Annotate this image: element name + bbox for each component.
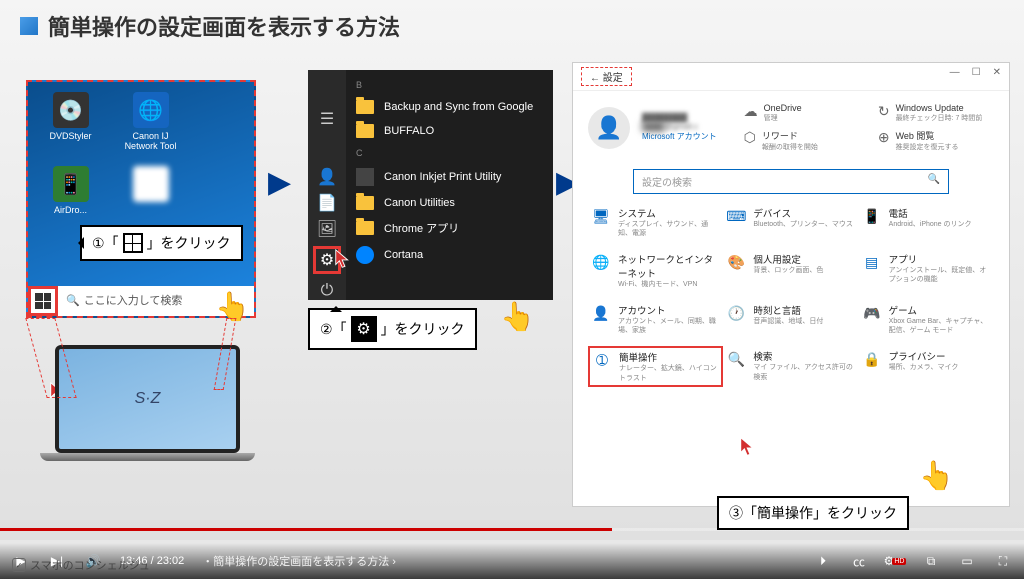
hand-icon: 👆: [919, 459, 954, 492]
settings-category[interactable]: 🔍検索マイ ファイル、アクセス許可の検索: [726, 349, 855, 383]
hero-item[interactable]: ☁OneDrive管理: [744, 103, 860, 123]
fullscreen-button[interactable]: ⛶: [994, 552, 1012, 570]
hand-icon: 👆: [500, 300, 535, 333]
category-icon: 🔍: [726, 349, 746, 369]
cursor-icon: [333, 245, 355, 273]
document-icon[interactable]: 📄: [318, 194, 336, 212]
app-item[interactable]: Canon Inkjet Print Utility: [346, 163, 553, 191]
slide-title: 簡単操作の設定画面を表示する方法: [48, 10, 400, 42]
folder-icon: [356, 124, 374, 138]
maximize-button[interactable]: ☐: [972, 67, 981, 86]
section-header: B: [346, 75, 553, 95]
app-item[interactable]: Cortana: [346, 241, 553, 269]
ms-account-link[interactable]: Microsoft アカウント: [642, 131, 717, 142]
start-button[interactable]: [28, 286, 58, 316]
arrow-icon: ▶: [268, 165, 291, 200]
power-icon[interactable]: ⏻: [318, 282, 336, 300]
settings-category[interactable]: 🌐ネットワークとインターネットWi-Fi、機内モード、VPN: [591, 252, 720, 289]
settings-category[interactable]: 📱電話Android、iPhone のリンク: [862, 206, 991, 238]
start-menu-panel: ☰ 👤 📄 🖼 ⚙ ⏻ B Backup and Sync from Googl…: [308, 70, 553, 300]
hero-item[interactable]: ⊕Web 閲覧推奨設定を復元する: [878, 129, 994, 152]
user-icon[interactable]: 👤: [318, 168, 336, 186]
cursor-icon: [738, 433, 760, 461]
minimize-button[interactable]: —: [950, 67, 960, 86]
search-icon: 🔍: [928, 174, 940, 189]
desktop-icon[interactable]: 🌐Canon IJ Network Tool: [118, 92, 183, 151]
settings-category[interactable]: ➀簡単操作ナレーター、拡大鏡、ハイコントラスト: [588, 346, 723, 386]
folder-icon: [356, 221, 374, 235]
category-icon: 🔒: [862, 349, 882, 369]
autoplay-toggle[interactable]: ⏵: [814, 552, 832, 570]
hero-item[interactable]: ↻Windows Update最終チェック日時: 7 時間前: [878, 103, 994, 123]
channel-name[interactable]: ✓ スマホのコンシェルジュ: [12, 557, 150, 573]
app-icon: [356, 168, 374, 186]
desktop-panel: 💿DVDStyler 🌐Canon IJ Network Tool 📱AirDr…: [26, 80, 256, 318]
category-icon: ➀: [592, 350, 612, 370]
app-item[interactable]: Canon Utilities: [346, 191, 553, 215]
callout-step3: ③「簡単操作」をクリック: [717, 496, 909, 530]
window-title: ← 設定: [581, 67, 632, 86]
category-icon: 👤: [591, 303, 611, 323]
settings-category[interactable]: 🎨個人用設定背景、ロック画面、色: [726, 252, 855, 289]
settings-category[interactable]: ▤アプリアンインストール、既定値、オプションの機能: [862, 252, 991, 289]
category-icon: 🖥: [591, 206, 611, 226]
category-icon: 🎮: [862, 303, 882, 323]
settings-category[interactable]: 🔒プライバシー場所、カメラ、マイク: [862, 349, 991, 383]
title-square-icon: [20, 17, 38, 35]
picture-icon[interactable]: 🖼: [318, 220, 336, 238]
settings-category[interactable]: 👤アカウントアカウント、メール、同期、職場、家族: [591, 303, 720, 335]
avatar[interactable]: 👤: [588, 107, 630, 149]
settings-category[interactable]: 🖥システムディスプレイ、サウンド、通知、電源: [591, 206, 720, 238]
folder-icon: [356, 100, 374, 114]
close-button[interactable]: ✕: [993, 67, 1001, 86]
app-item[interactable]: Backup and Sync from Google: [346, 95, 553, 119]
category-icon: 🎨: [726, 252, 746, 272]
theater-button[interactable]: ▭: [958, 552, 976, 570]
video-chapter[interactable]: ・簡単操作の設定画面を表示する方法 ›: [202, 553, 396, 569]
video-controls: ▶ ▶| 🔊 13:46 / 23:02 ・簡単操作の設定画面を表示する方法 ›…: [0, 543, 1024, 579]
settings-button[interactable]: ⚙HD: [886, 552, 904, 570]
account-name: ████████: [642, 113, 717, 122]
app-item[interactable]: Chrome アプリ: [346, 215, 553, 241]
settings-category[interactable]: 🕐時刻と言語音声認識、地域、日付: [726, 303, 855, 335]
callout-step2: ②「 ⚙ 」をクリック: [308, 308, 477, 350]
folder-icon: [356, 196, 374, 210]
section-header: C: [346, 143, 553, 163]
category-icon: ▤: [862, 252, 882, 272]
settings-category[interactable]: ⌨デバイスBluetooth、プリンター、マウス: [726, 206, 855, 238]
category-icon: 🕐: [726, 303, 746, 323]
captions-button[interactable]: ㏄: [850, 552, 868, 570]
account-email: ████@gmail.c: [642, 122, 717, 131]
callout-step1: ①「 」をクリック: [80, 225, 243, 261]
category-icon: 📱: [862, 206, 882, 226]
category-icon: ⌨: [726, 206, 746, 226]
app-item[interactable]: BUFFALO: [346, 119, 553, 143]
desktop-icon[interactable]: ?: [118, 166, 183, 215]
laptop-illustration: S·Z: [55, 345, 240, 461]
hero-item[interactable]: ⬡リワード報酬の取得を開始: [744, 129, 860, 152]
desktop-icon[interactable]: 📱AirDro...: [38, 166, 103, 215]
miniplayer-button[interactable]: ⧉: [922, 552, 940, 570]
settings-category[interactable]: 🎮ゲームXbox Game Bar、キャプチャ、配信、ゲーム モード: [862, 303, 991, 335]
desktop-icon[interactable]: 💿DVDStyler: [38, 92, 103, 151]
settings-window: ← 設定 — ☐ ✕ 👤 ████████ ████@gmail.c Micro…: [572, 62, 1010, 507]
cortana-icon: [356, 246, 374, 264]
menu-icon[interactable]: ☰: [318, 110, 336, 128]
settings-search[interactable]: 設定の検索🔍: [633, 169, 949, 194]
category-icon: 🌐: [591, 252, 611, 272]
